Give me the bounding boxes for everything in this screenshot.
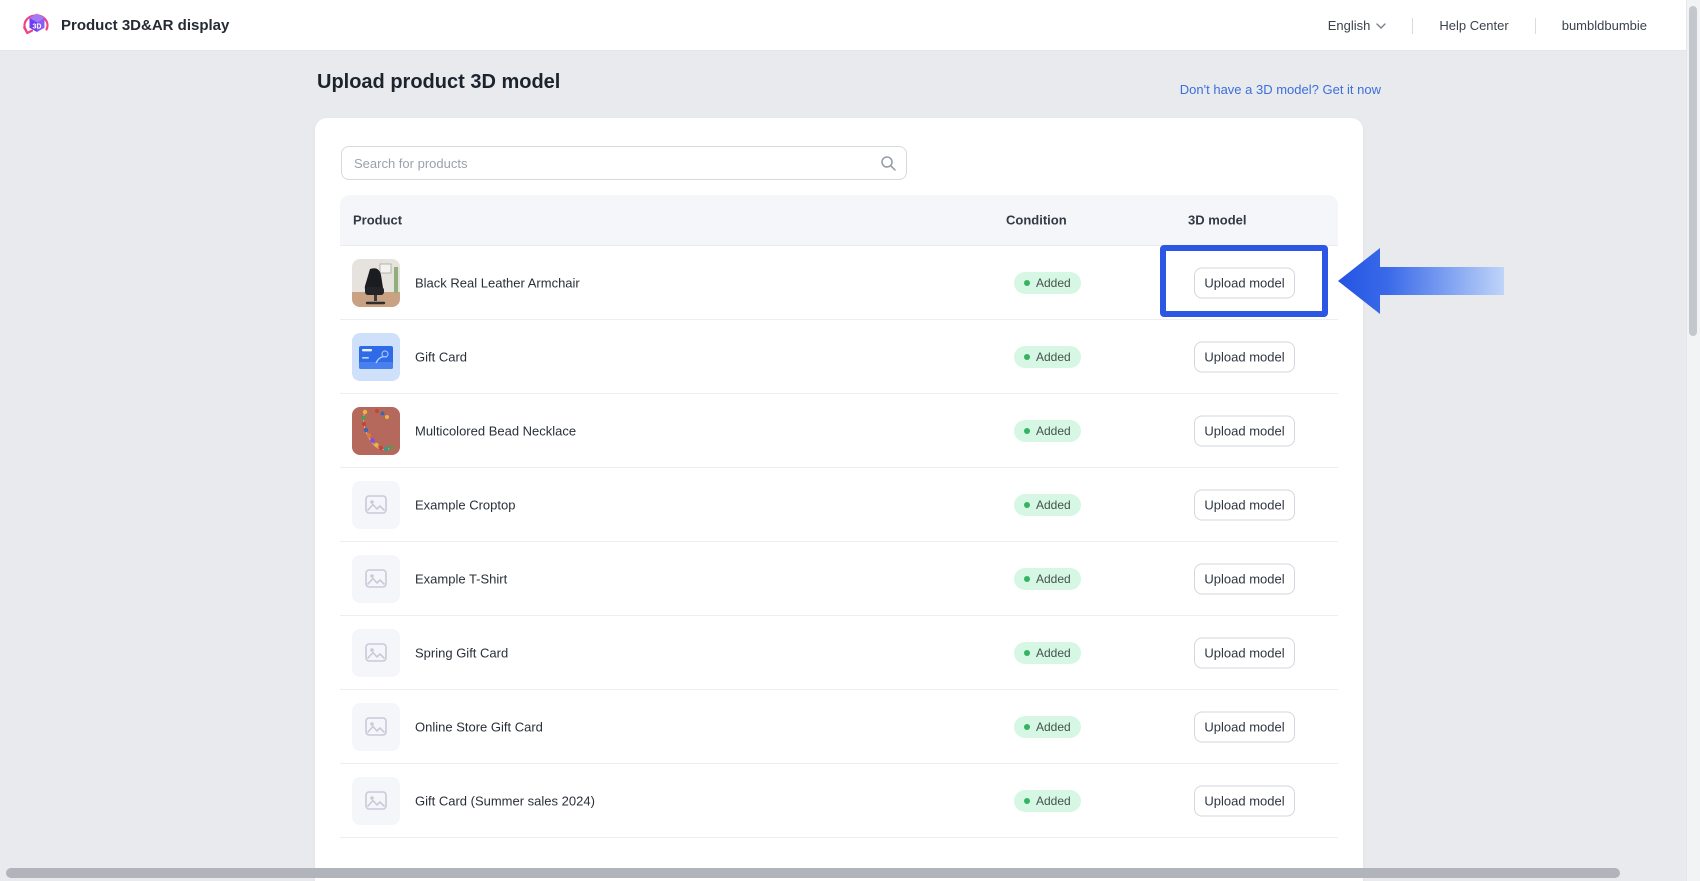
upload-model-button[interactable]: Upload model — [1194, 785, 1295, 816]
product-thumbnail — [352, 259, 400, 307]
product-thumbnail — [352, 481, 400, 529]
upload-model-button[interactable]: Upload model — [1194, 711, 1295, 742]
products-table: Product Condition 3D model Black Real Le… — [340, 195, 1338, 838]
status-badge: Added — [1014, 346, 1081, 368]
badge-label: Added — [1036, 720, 1071, 734]
logo-text: 3D — [33, 24, 42, 31]
table-body: Black Real Leather Armchair Added Upload… — [340, 246, 1338, 838]
status-badge: Added — [1014, 568, 1081, 590]
badge-dot-icon — [1024, 724, 1030, 730]
table-row: Multicolored Bead Necklace Added Upload … — [340, 394, 1338, 468]
badge-dot-icon — [1024, 798, 1030, 804]
badge-dot-icon — [1024, 502, 1030, 508]
search-field-wrapper — [341, 146, 907, 180]
app-title: Product 3D&AR display — [61, 17, 229, 34]
badge-dot-icon — [1024, 280, 1030, 286]
product-name: Example Croptop — [415, 497, 515, 512]
upload-model-button[interactable]: Upload model — [1194, 489, 1295, 520]
badge-dot-icon — [1024, 650, 1030, 656]
upload-model-button[interactable]: Upload model — [1194, 341, 1295, 372]
badge-label: Added — [1036, 424, 1071, 438]
table-row: Example Croptop Added Upload model — [340, 468, 1338, 542]
upload-model-button[interactable]: Upload model — [1194, 637, 1295, 668]
table-header-row: Product Condition 3D model — [340, 195, 1338, 246]
language-label: English — [1328, 18, 1371, 33]
app-logo-3d-cube-icon: 3D — [22, 10, 52, 40]
column-header-product: Product — [353, 213, 402, 228]
badge-label: Added — [1036, 276, 1071, 290]
table-row: Gift Card (Summer sales 2024) Added Uplo… — [340, 764, 1338, 838]
search-input[interactable] — [341, 146, 907, 180]
badge-label: Added — [1036, 350, 1071, 364]
column-header-condition: Condition — [1006, 213, 1067, 228]
status-badge: Added — [1014, 272, 1081, 294]
vertical-scrollbar[interactable] — [1686, 0, 1700, 881]
product-name: Gift Card (Summer sales 2024) — [415, 793, 595, 808]
badge-label: Added — [1036, 646, 1071, 660]
product-name: Spring Gift Card — [415, 645, 508, 660]
username-menu[interactable]: bumbldbumbie — [1562, 18, 1647, 33]
upload-model-button[interactable]: Upload model — [1194, 267, 1295, 298]
horizontal-scrollbar-thumb[interactable] — [6, 868, 1620, 878]
table-row: Spring Gift Card Added Upload model — [340, 616, 1338, 690]
help-center-link[interactable]: Help Center — [1439, 18, 1508, 33]
topbar-right-menu: English Help Center bumbldbumbie — [1328, 0, 1647, 51]
page-title: Upload product 3D model — [317, 71, 560, 94]
column-header-3d-model: 3D model — [1188, 213, 1247, 228]
badge-label: Added — [1036, 572, 1071, 586]
product-thumbnail — [352, 703, 400, 751]
product-thumbnail — [352, 629, 400, 677]
upload-model-button[interactable]: Upload model — [1194, 415, 1295, 446]
get-3d-model-link[interactable]: Don't have a 3D model? Get it now — [1180, 82, 1381, 97]
product-thumbnail — [352, 407, 400, 455]
table-row: Gift Card Added Upload model — [340, 320, 1338, 394]
product-name: Example T-Shirt — [415, 571, 507, 586]
divider — [1535, 18, 1536, 34]
search-icon — [880, 155, 896, 171]
table-row: Example T-Shirt Added Upload model — [340, 542, 1338, 616]
status-badge: Added — [1014, 494, 1081, 516]
table-row: Black Real Leather Armchair Added Upload… — [340, 246, 1338, 320]
table-row: Online Store Gift Card Added Upload mode… — [340, 690, 1338, 764]
language-selector[interactable]: English — [1328, 18, 1387, 33]
upload-model-button[interactable]: Upload model — [1194, 563, 1295, 594]
status-badge: Added — [1014, 716, 1081, 738]
status-badge: Added — [1014, 790, 1081, 812]
product-name: Multicolored Bead Necklace — [415, 423, 576, 438]
product-name: Gift Card — [415, 349, 467, 364]
badge-label: Added — [1036, 498, 1071, 512]
vertical-scrollbar-thumb[interactable] — [1689, 6, 1697, 336]
badge-dot-icon — [1024, 576, 1030, 582]
status-badge: Added — [1014, 420, 1081, 442]
chevron-down-icon — [1376, 23, 1386, 29]
status-badge: Added — [1014, 642, 1081, 664]
product-thumbnail — [352, 333, 400, 381]
product-name: Black Real Leather Armchair — [415, 275, 580, 290]
screen: 3D Product 3D&AR display English Help Ce… — [0, 0, 1700, 881]
top-app-bar: 3D Product 3D&AR display English Help Ce… — [0, 0, 1700, 51]
badge-label: Added — [1036, 794, 1071, 808]
product-thumbnail — [352, 555, 400, 603]
product-thumbnail — [352, 777, 400, 825]
products-card: Product Condition 3D model Black Real Le… — [315, 118, 1363, 881]
badge-dot-icon — [1024, 354, 1030, 360]
product-name: Online Store Gift Card — [415, 719, 543, 734]
divider — [1412, 18, 1413, 34]
badge-dot-icon — [1024, 428, 1030, 434]
